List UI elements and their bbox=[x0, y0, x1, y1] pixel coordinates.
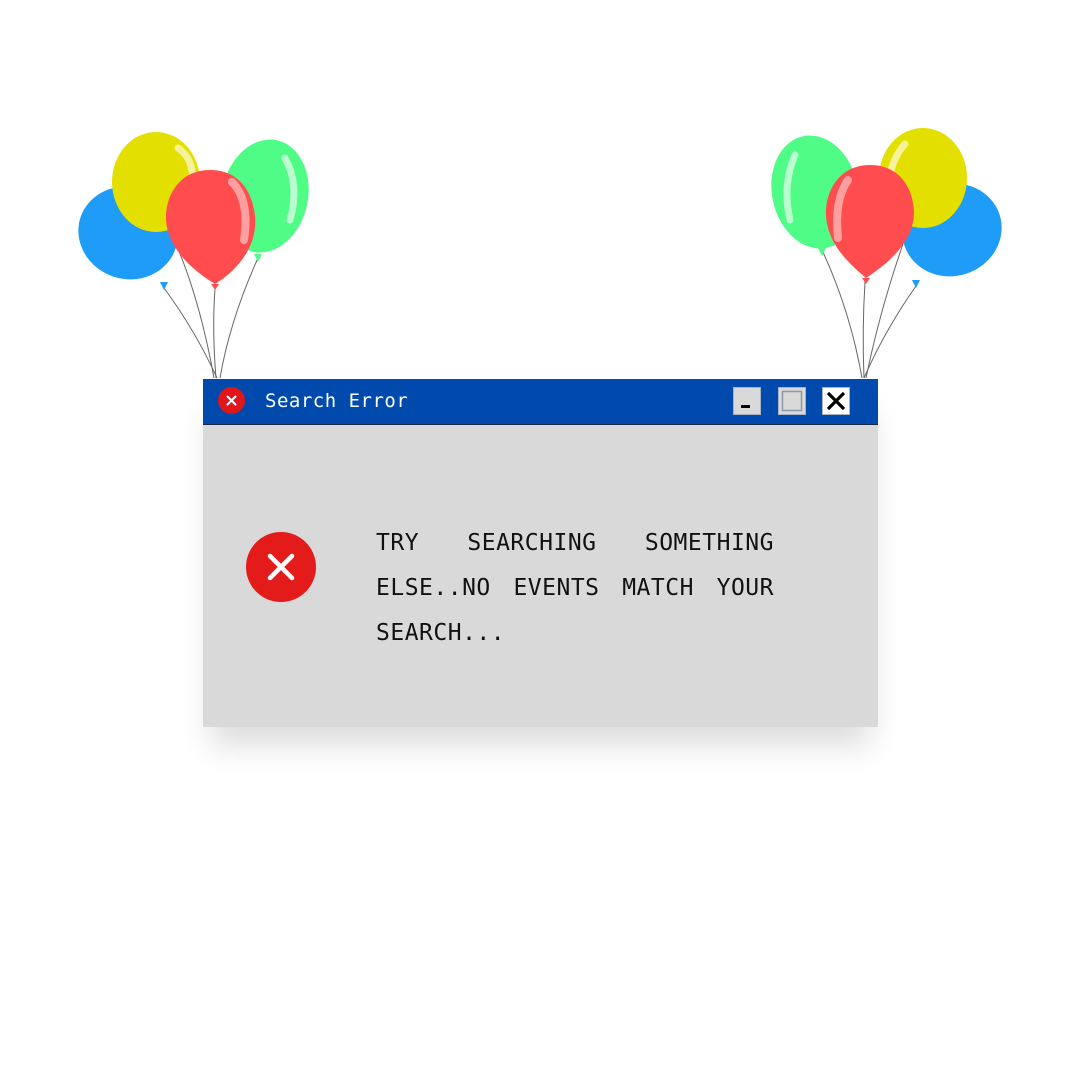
balloons-decoration bbox=[78, 128, 1002, 379]
close-button[interactable] bbox=[822, 387, 850, 415]
maximize-icon bbox=[781, 390, 803, 412]
minimize-button[interactable] bbox=[733, 387, 761, 415]
maximize-button[interactable] bbox=[778, 387, 806, 415]
right-balloon-bunch bbox=[771, 128, 1002, 288]
titlebar: Search Error bbox=[203, 379, 878, 425]
error-icon bbox=[218, 387, 245, 414]
close-icon bbox=[826, 391, 846, 411]
minimize-icon bbox=[741, 405, 750, 408]
balloon-red-right bbox=[825, 165, 914, 284]
error-message: TRY SEARCHING SOMETHING ELSE..NO EVENTS … bbox=[376, 530, 774, 646]
search-error-dialog: Search Error TRY SEARCHING SOMETHING ELS… bbox=[203, 379, 878, 727]
error-icon bbox=[246, 532, 316, 602]
window-title: Search Error bbox=[265, 390, 409, 412]
balloon-red-left bbox=[165, 170, 256, 290]
stage: Search Error TRY SEARCHING SOMETHING ELS… bbox=[0, 0, 1080, 1080]
left-balloon-bunch bbox=[78, 132, 309, 290]
